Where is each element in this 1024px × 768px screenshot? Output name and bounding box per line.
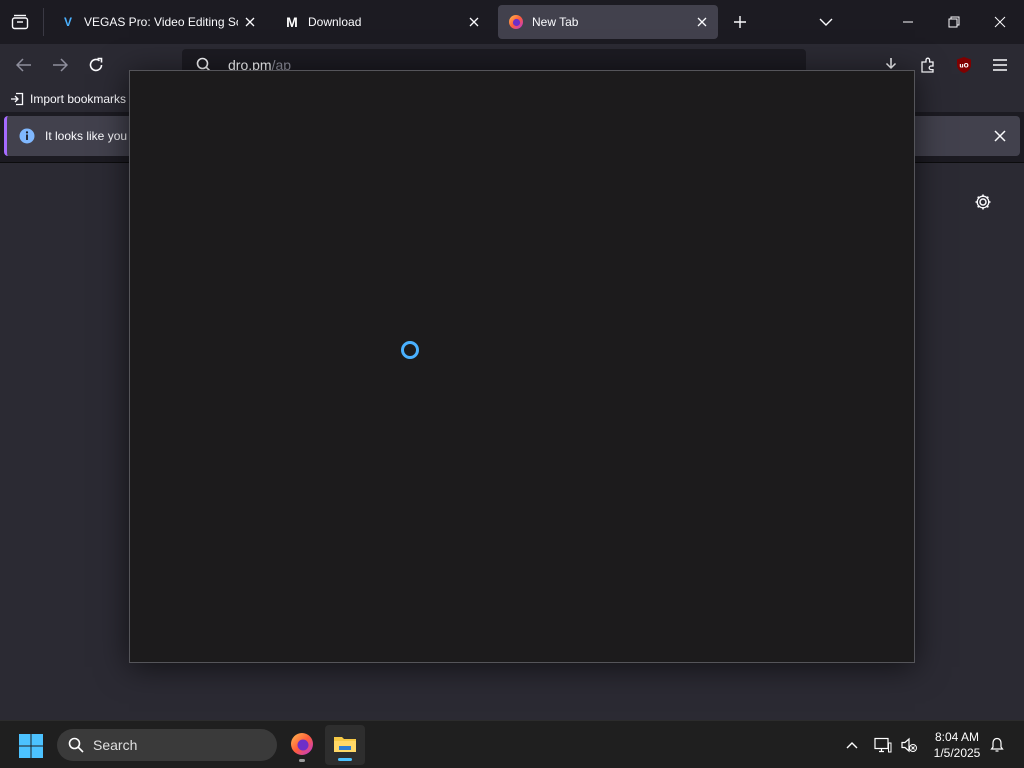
tab-download[interactable]: M Download [274,5,490,39]
close-icon[interactable] [462,10,486,34]
search-icon [68,737,84,753]
chevron-down-icon [819,18,833,26]
taskbar-firefox-button[interactable] [286,727,318,763]
firefox-icon [291,733,313,755]
loading-spinner [401,341,419,359]
back-button[interactable] [8,49,40,81]
volume-muted-icon[interactable] [899,735,919,755]
tab-vegas[interactable]: V VEGAS Pro: Video Editing Softw [50,5,266,39]
loading-dialog [129,70,915,663]
restore-icon [948,16,960,28]
app-menu-button[interactable] [984,49,1016,81]
import-icon [11,92,24,106]
tab-title: New Tab [532,15,579,29]
import-bookmarks-label: Import bookmarks [30,92,127,106]
puzzle-icon [921,57,934,73]
plus-icon [734,16,746,28]
ublock-shield-icon: uO [957,57,971,73]
reload-button[interactable] [80,49,112,81]
gear-icon [975,194,991,210]
taskbar-file-explorer-button[interactable] [325,725,365,765]
notification-close-button[interactable] [988,124,1012,148]
tab-new-tab[interactable]: New Tab [498,5,718,39]
extensions-button[interactable] [912,49,944,81]
taskbar-search-placeholder: Search [93,737,138,753]
system-clock[interactable]: 8:04 AM 1/5/2025 [922,729,992,761]
taskbar-search-box[interactable]: Search [57,729,277,761]
close-icon [994,16,1006,28]
m-logo-icon: M [286,14,298,30]
restore-button[interactable] [938,6,970,38]
notifications-bell-icon[interactable] [987,735,1007,755]
hamburger-menu-icon [993,59,1007,71]
window-close-button[interactable] [984,6,1016,38]
tab-overview-icon[interactable] [4,6,36,38]
clock-date: 1/5/2025 [933,746,981,760]
notification-text: It looks like you h [45,129,138,143]
vegas-v-icon: V [63,15,72,29]
minimize-icon [903,21,913,23]
show-hidden-icons-button[interactable] [842,735,862,755]
personalize-settings-button[interactable] [967,186,999,218]
network-display-icon[interactable] [873,735,893,755]
minimize-button[interactable] [892,6,924,38]
tab-bar: V VEGAS Pro: Video Editing Softw M Downl… [0,0,1024,44]
arrow-right-icon [53,58,68,72]
import-bookmarks-button[interactable]: Import bookmarks [10,90,126,108]
arrow-left-icon [16,58,31,72]
active-indicator [338,758,352,761]
windows-start-icon[interactable] [18,733,44,759]
close-icon [994,130,1006,142]
taskbar: Search 8:04 AM 1/5/2025 [0,720,1024,768]
chevron-up-icon [846,742,858,749]
svg-text:uO: uO [959,63,968,70]
firefox-icon [508,14,524,30]
running-indicator [299,759,305,762]
list-all-tabs-button[interactable] [810,6,842,38]
tab-title: VEGAS Pro: Video Editing Softw [84,15,238,29]
close-icon[interactable] [690,10,714,34]
tab-title: Download [308,15,362,29]
forward-button[interactable] [44,49,76,81]
new-tab-button[interactable] [724,6,756,38]
close-icon[interactable] [238,10,262,34]
reload-icon [89,57,103,72]
info-icon [19,128,35,144]
tab-divider [43,8,44,36]
ublock-origin-button[interactable]: uO [948,49,980,81]
clock-time: 8:04 AM [934,730,980,744]
folder-icon [334,737,356,752]
